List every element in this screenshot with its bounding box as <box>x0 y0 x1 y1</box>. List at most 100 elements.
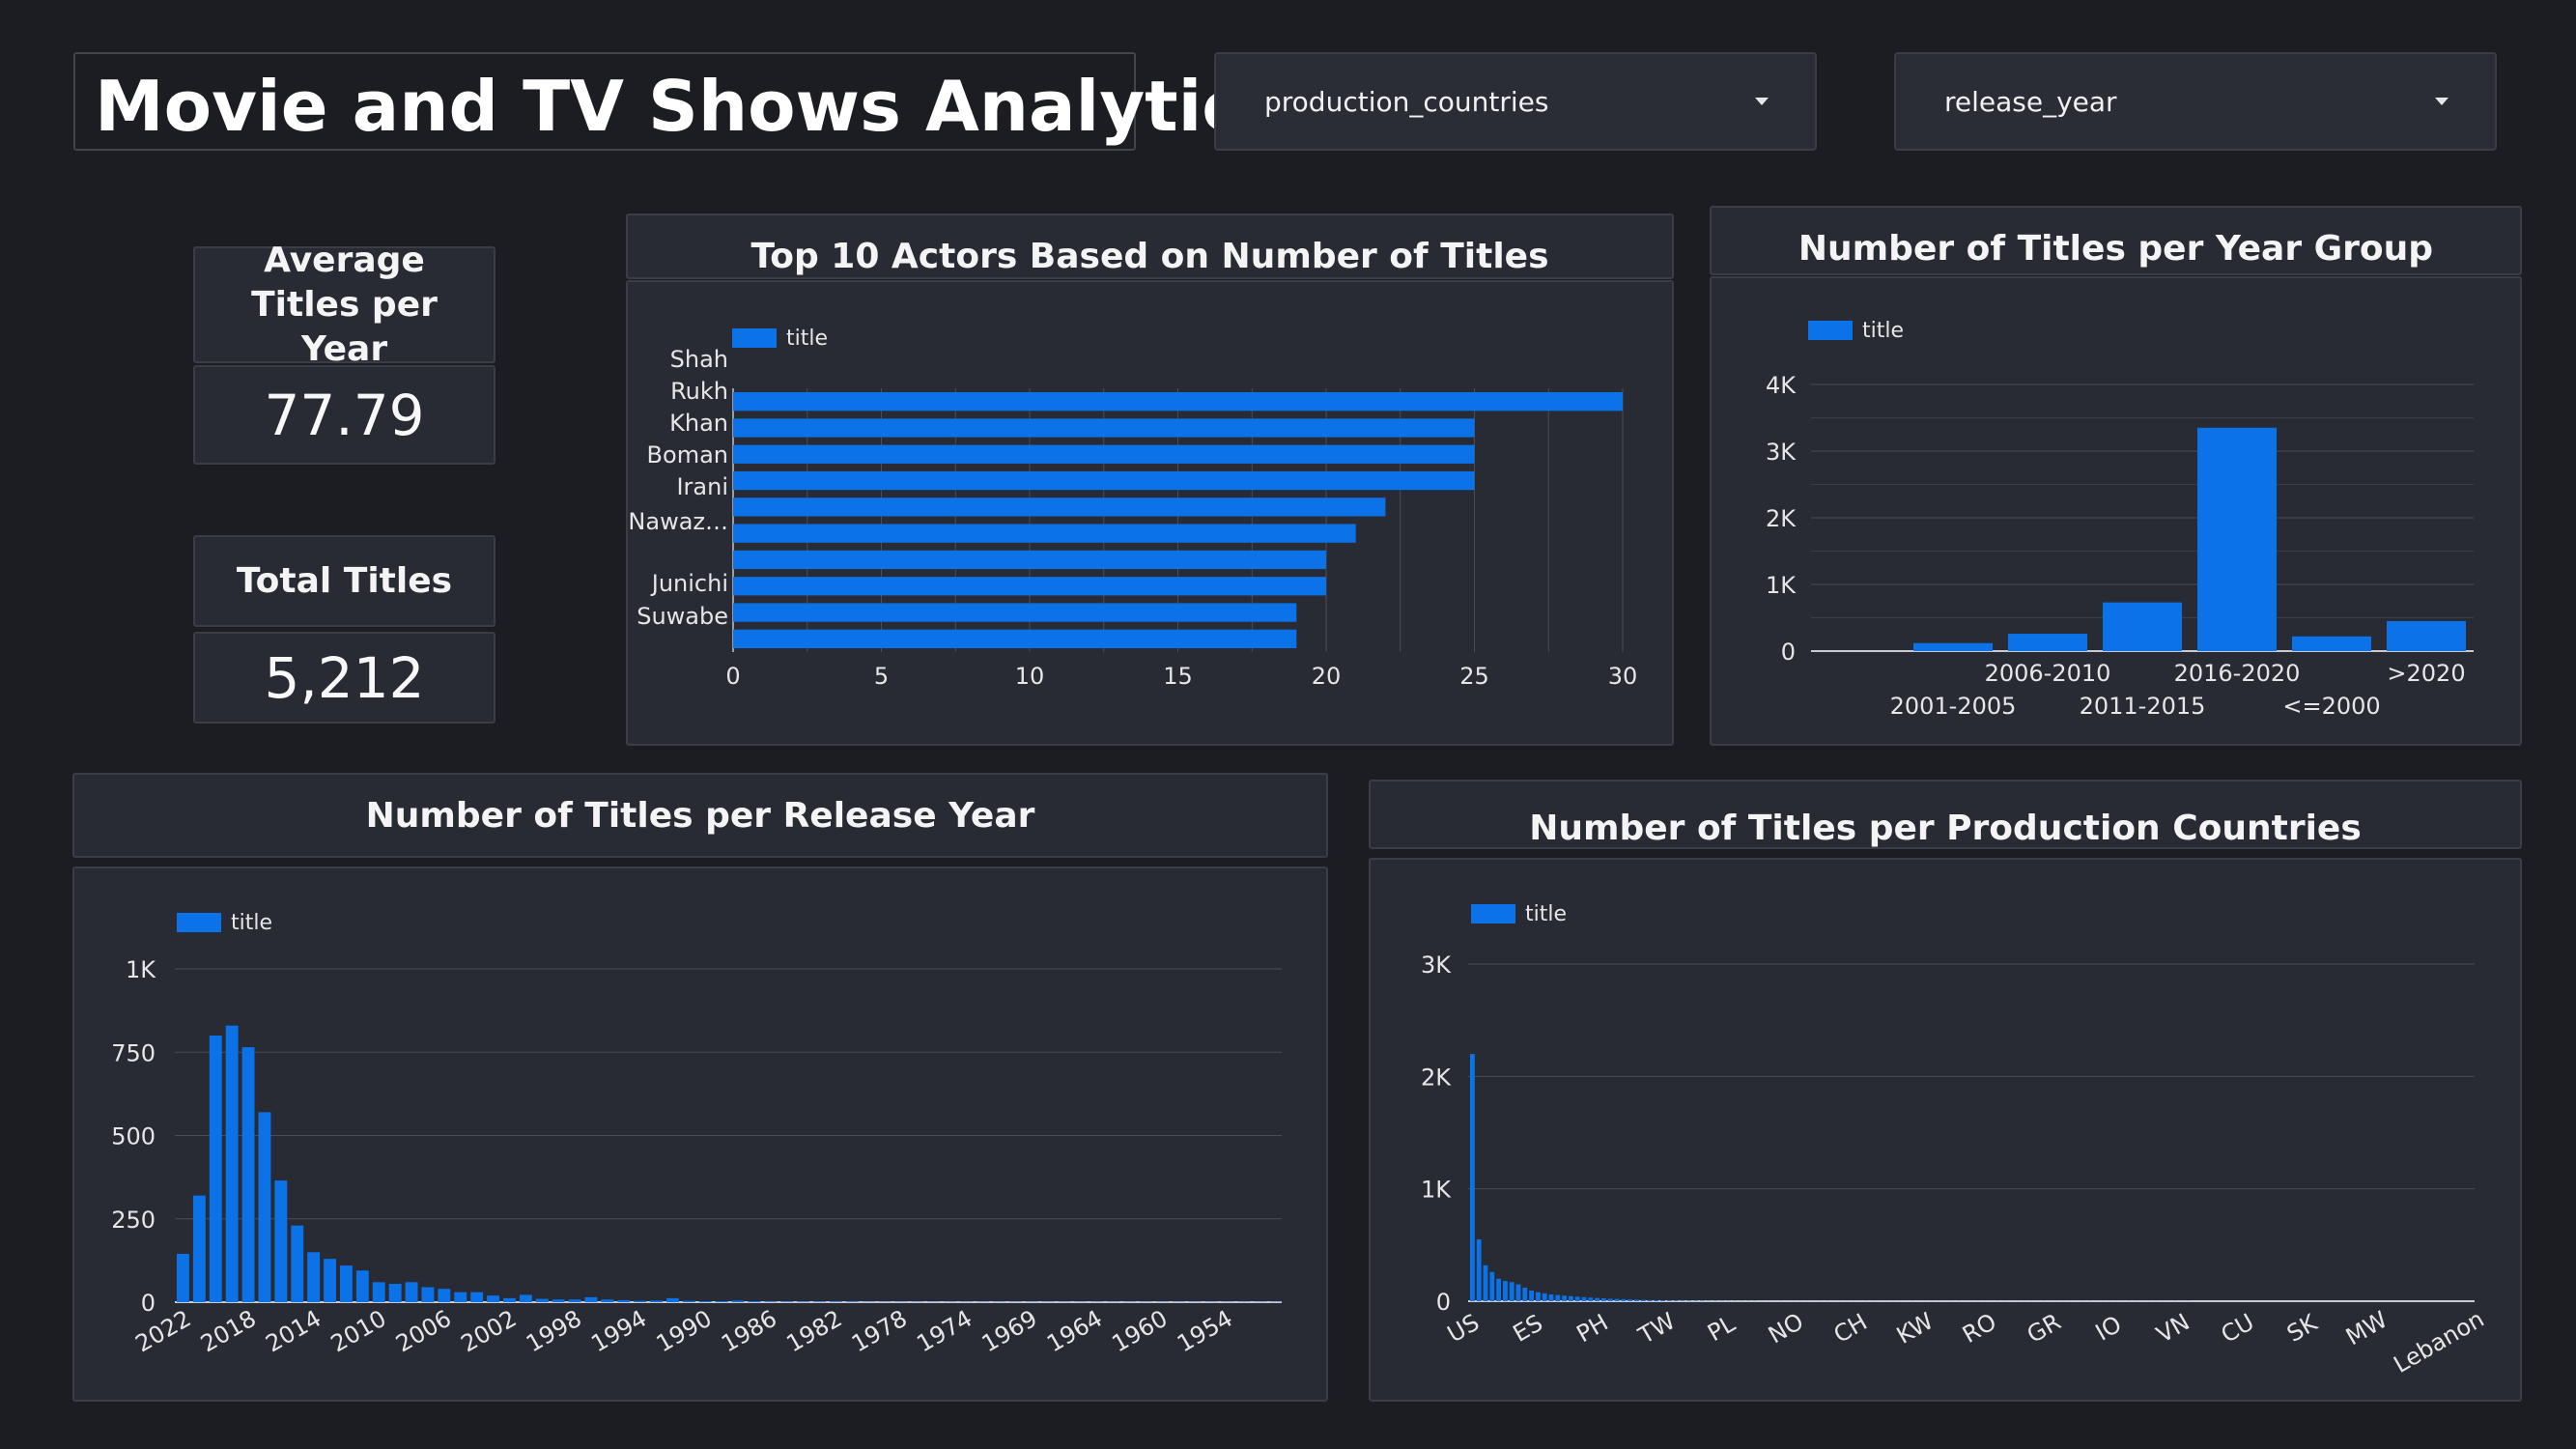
bar <box>2387 620 2466 651</box>
x-tick-label: IO <box>2091 1310 2126 1346</box>
bar <box>1542 1293 1547 1301</box>
year-group-chart-panel: title 0 1K 2K 3K 4K 2001-2005 2006-2010 2011-201… <box>1710 276 2522 746</box>
bar <box>733 497 1386 517</box>
bar <box>1503 1281 1508 1301</box>
total-titles-value: 5,212 <box>264 644 425 711</box>
y-tick-label: 750 <box>111 1039 156 1066</box>
release-year-chart-title: Number of Titles per Release Year <box>365 795 1035 836</box>
bar <box>845 1301 859 1302</box>
year-group-chart-title-box: Number of Titles per Year Group <box>1710 206 2522 275</box>
bar <box>1581 1296 1587 1301</box>
total-titles-label-box: Total Titles <box>193 535 495 627</box>
bar <box>1470 1054 1475 1301</box>
countries-chart-title-box: Number of Titles per Production Countrie… <box>1369 780 2522 849</box>
x-tick-label: 1990 <box>652 1305 717 1358</box>
bar <box>682 1300 695 1302</box>
x-tick-label: VN <box>2152 1308 2194 1348</box>
bar <box>1673 1300 1679 1301</box>
bar <box>1574 1296 1580 1301</box>
chevron-down-icon <box>2435 98 2449 105</box>
chevron-down-icon <box>1755 98 1769 105</box>
bar <box>1607 1298 1613 1301</box>
y-tick-label: 2K <box>1766 505 1797 532</box>
bar <box>258 1112 271 1302</box>
bar <box>388 1284 402 1302</box>
y-tick-label: 3K <box>1766 439 1797 466</box>
x-tick-label: 5 <box>874 663 889 690</box>
release-year-filter[interactable]: release_year <box>1894 52 2497 151</box>
bar <box>1536 1292 1541 1301</box>
x-tick-label: MW <box>2341 1306 2392 1350</box>
x-tick-label: 2002 <box>457 1305 522 1358</box>
legend-label: title <box>1525 902 1567 926</box>
y-tick-label: 500 <box>111 1123 156 1151</box>
x-tick-label: TW <box>1633 1307 1680 1350</box>
dashboard-title-box: Movie and TV Shows Analytics <box>73 52 1285 151</box>
bar <box>1476 1239 1482 1301</box>
bar <box>340 1265 353 1302</box>
release-year-chart-panel: title 0 250 500 750 1K 2022 2018 2014 2010 2006 200… <box>72 867 1328 1402</box>
bar <box>813 1301 826 1302</box>
bar <box>830 1301 842 1302</box>
x-tick-label: ES <box>1509 1309 1547 1347</box>
y-tick-label: Irani <box>676 473 728 500</box>
bar <box>1483 1264 1488 1301</box>
bar <box>355 1270 369 1302</box>
production-countries-filter[interactable]: production_countries <box>1214 52 1817 151</box>
release-year-filter-label: release_year <box>1944 85 2117 118</box>
avg-titles-value: 77.79 <box>264 382 425 448</box>
y-tick-label: Boman <box>647 441 728 469</box>
bar <box>535 1298 549 1302</box>
bar <box>1588 1297 1594 1301</box>
bar <box>733 418 1475 438</box>
bar <box>307 1252 321 1302</box>
y-tick-label: Rukh <box>670 378 728 405</box>
x-tick-label: NO <box>1764 1308 1808 1350</box>
x-tick-label: 20 <box>1312 663 1342 690</box>
y-tick-label: Nawaz… <box>628 508 728 535</box>
x-tick-label: 1978 <box>847 1305 912 1358</box>
actors-chart-panel: title Shah Rukh Khan Boman Irani Nawaz… Junichi… <box>626 280 1674 746</box>
bar <box>584 1296 598 1302</box>
y-tick-label: 0 <box>141 1290 156 1317</box>
y-tick-label: 3K <box>1421 952 1452 979</box>
bar <box>1614 1298 1620 1301</box>
bar <box>1634 1299 1639 1301</box>
bar <box>1654 1299 1659 1301</box>
x-tick-label: 1964 <box>1042 1305 1107 1358</box>
total-titles-label: Total Titles <box>236 560 453 601</box>
x-tick-label: Lebanon <box>2390 1305 2489 1378</box>
bar <box>438 1289 451 1302</box>
bar <box>192 1195 206 1302</box>
x-tick-label: 1986 <box>717 1305 781 1358</box>
x-tick-label: 10 <box>1015 663 1045 690</box>
bar <box>487 1295 499 1302</box>
bar <box>291 1225 304 1302</box>
x-tick-label: <=2000 <box>2282 693 2380 720</box>
legend-label: title <box>786 327 828 351</box>
legend-swatch <box>1808 321 1853 340</box>
bar <box>698 1300 712 1302</box>
x-tick-label: 2006 <box>391 1305 456 1358</box>
avg-titles-label-box: Average Titles per Year <box>193 241 495 369</box>
y-tick-label: Khan <box>669 410 728 437</box>
x-tick-label: PL <box>1703 1310 1741 1347</box>
bar <box>1628 1299 1632 1301</box>
bar <box>372 1282 385 1302</box>
release-year-chart-title-box: Number of Titles per Release Year <box>72 773 1328 858</box>
bar <box>733 603 1297 622</box>
y-tick-label: 1K <box>126 956 156 983</box>
x-tick-label: PH <box>1572 1309 1613 1349</box>
bar <box>733 392 1623 412</box>
bar <box>733 550 1326 570</box>
bar <box>1496 1278 1501 1301</box>
bar <box>733 444 1475 464</box>
bar <box>1569 1295 1573 1301</box>
y-tick-label: Shah <box>670 346 728 373</box>
bar <box>617 1299 631 1302</box>
actors-chart-title-box: Top 10 Actors Based on Number of Titles <box>626 213 1674 279</box>
x-tick-label: 2010 <box>326 1305 391 1358</box>
x-tick-label: 2018 <box>196 1305 261 1358</box>
bar <box>2103 602 2182 651</box>
bar <box>780 1301 794 1302</box>
